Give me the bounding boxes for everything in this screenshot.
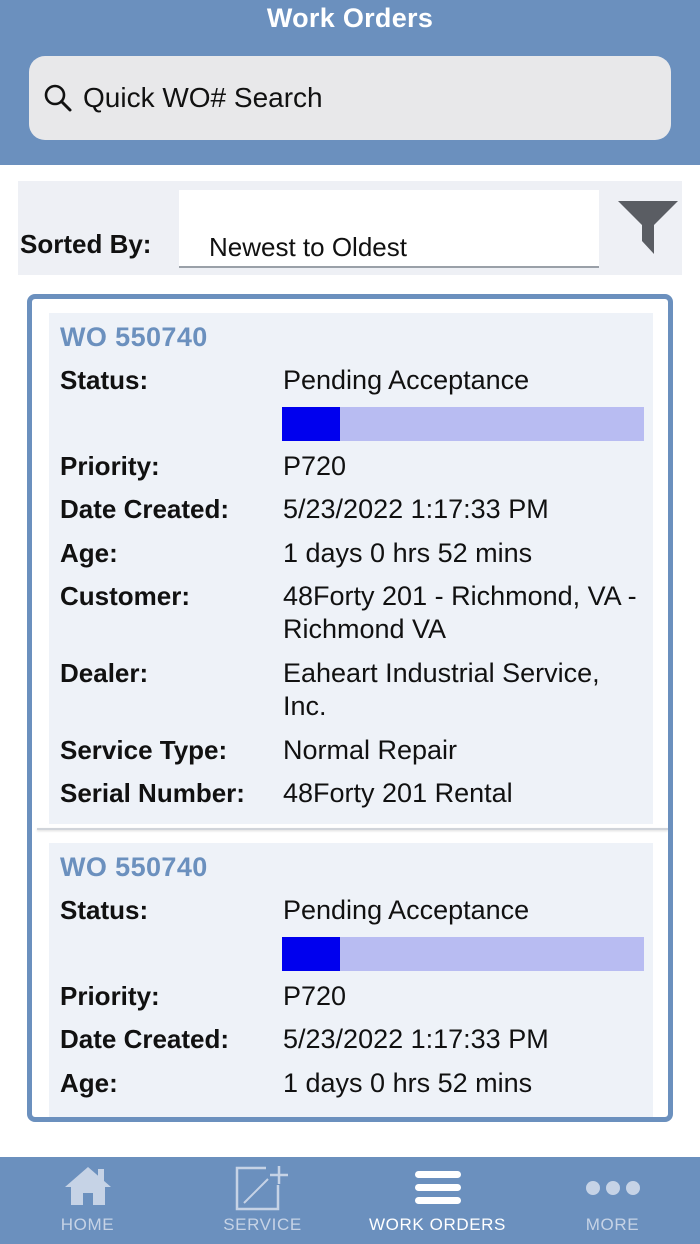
priority-value: P720 (283, 981, 347, 1011)
sort-bar: Sorted By: Newest to Oldest (18, 181, 682, 275)
sort-dropdown[interactable]: Newest to Oldest (179, 190, 599, 268)
priority-value: P720 (283, 451, 347, 481)
status-label: Status: (60, 895, 149, 925)
date-created-label: Date Created: (60, 1024, 230, 1054)
card-divider (37, 828, 668, 830)
status-label: Status: (60, 365, 149, 395)
tab-label: SERVICE (223, 1215, 302, 1234)
work-order-number: WO 550740 (60, 322, 208, 352)
status-progress-bar (282, 407, 644, 441)
tab-service[interactable]: SERVICE (175, 1157, 350, 1244)
filter-icon (618, 201, 678, 254)
tab-label: MORE (585, 1215, 640, 1234)
progress-fill (282, 407, 340, 441)
tab-home[interactable]: HOME (0, 1157, 175, 1244)
age-label: Age: (60, 1068, 118, 1098)
status-progress-bar (282, 937, 644, 971)
age-value: 1 days 0 hrs 52 mins (283, 1068, 533, 1098)
date-created-value: 5/23/2022 1:17:33 PM (283, 494, 549, 524)
add-service-icon (235, 1166, 288, 1211)
sort-value: Newest to Oldest (209, 232, 407, 262)
tab-label: HOME (60, 1215, 115, 1234)
work-order-card[interactable]: WO 550740 Status: Pending Acceptance Pri… (49, 313, 653, 824)
priority-label: Priority: (60, 981, 160, 1011)
tab-work-orders[interactable]: WORK ORDERS (350, 1157, 525, 1244)
customer-label: Customer: (60, 581, 191, 611)
work-order-card[interactable]: WO 550740 Status: Pending Acceptance Pri… (49, 843, 653, 1117)
app-header: Work Orders (0, 0, 700, 165)
priority-label: Priority: (60, 451, 160, 481)
page-title: Work Orders (266, 3, 434, 33)
customer-value: 48Forty 201 - Richmond, VA - Richmond VA (283, 581, 637, 644)
search-input[interactable] (83, 82, 643, 114)
filter-button[interactable] (618, 201, 678, 260)
serial-number-value: 48Forty 201 Rental (283, 778, 513, 808)
tab-more[interactable]: MORE (525, 1157, 700, 1244)
age-value: 1 days 0 hrs 52 mins (283, 538, 533, 568)
list-icon (414, 1171, 461, 1204)
search-icon (44, 84, 72, 112)
work-order-list[interactable]: WO 550740 Status: Pending Acceptance Pri… (27, 294, 673, 1122)
home-icon (64, 1167, 111, 1205)
service-type-label: Service Type: (60, 735, 228, 765)
status-value: Pending Acceptance (283, 365, 530, 395)
sort-label: Sorted By: (20, 229, 152, 259)
dealer-value: Eaheart Industrial Service, Inc. (283, 658, 600, 721)
work-order-number: WO 550740 (60, 852, 208, 882)
tab-label: WORK ORDERS (369, 1215, 506, 1234)
bottom-tab-bar: HOME SERVICE WORK ORDERS MORE (0, 1157, 700, 1244)
dealer-label: Dealer: (60, 658, 149, 688)
date-created-value: 5/23/2022 1:17:33 PM (283, 1024, 549, 1054)
status-value: Pending Acceptance (283, 895, 530, 925)
more-icon (585, 1181, 640, 1195)
service-type-value: Normal Repair (283, 735, 458, 765)
age-label: Age: (60, 538, 118, 568)
serial-number-label: Serial Number: (60, 778, 245, 808)
progress-fill (282, 937, 340, 971)
search-bar[interactable] (29, 56, 671, 140)
date-created-label: Date Created: (60, 494, 230, 524)
